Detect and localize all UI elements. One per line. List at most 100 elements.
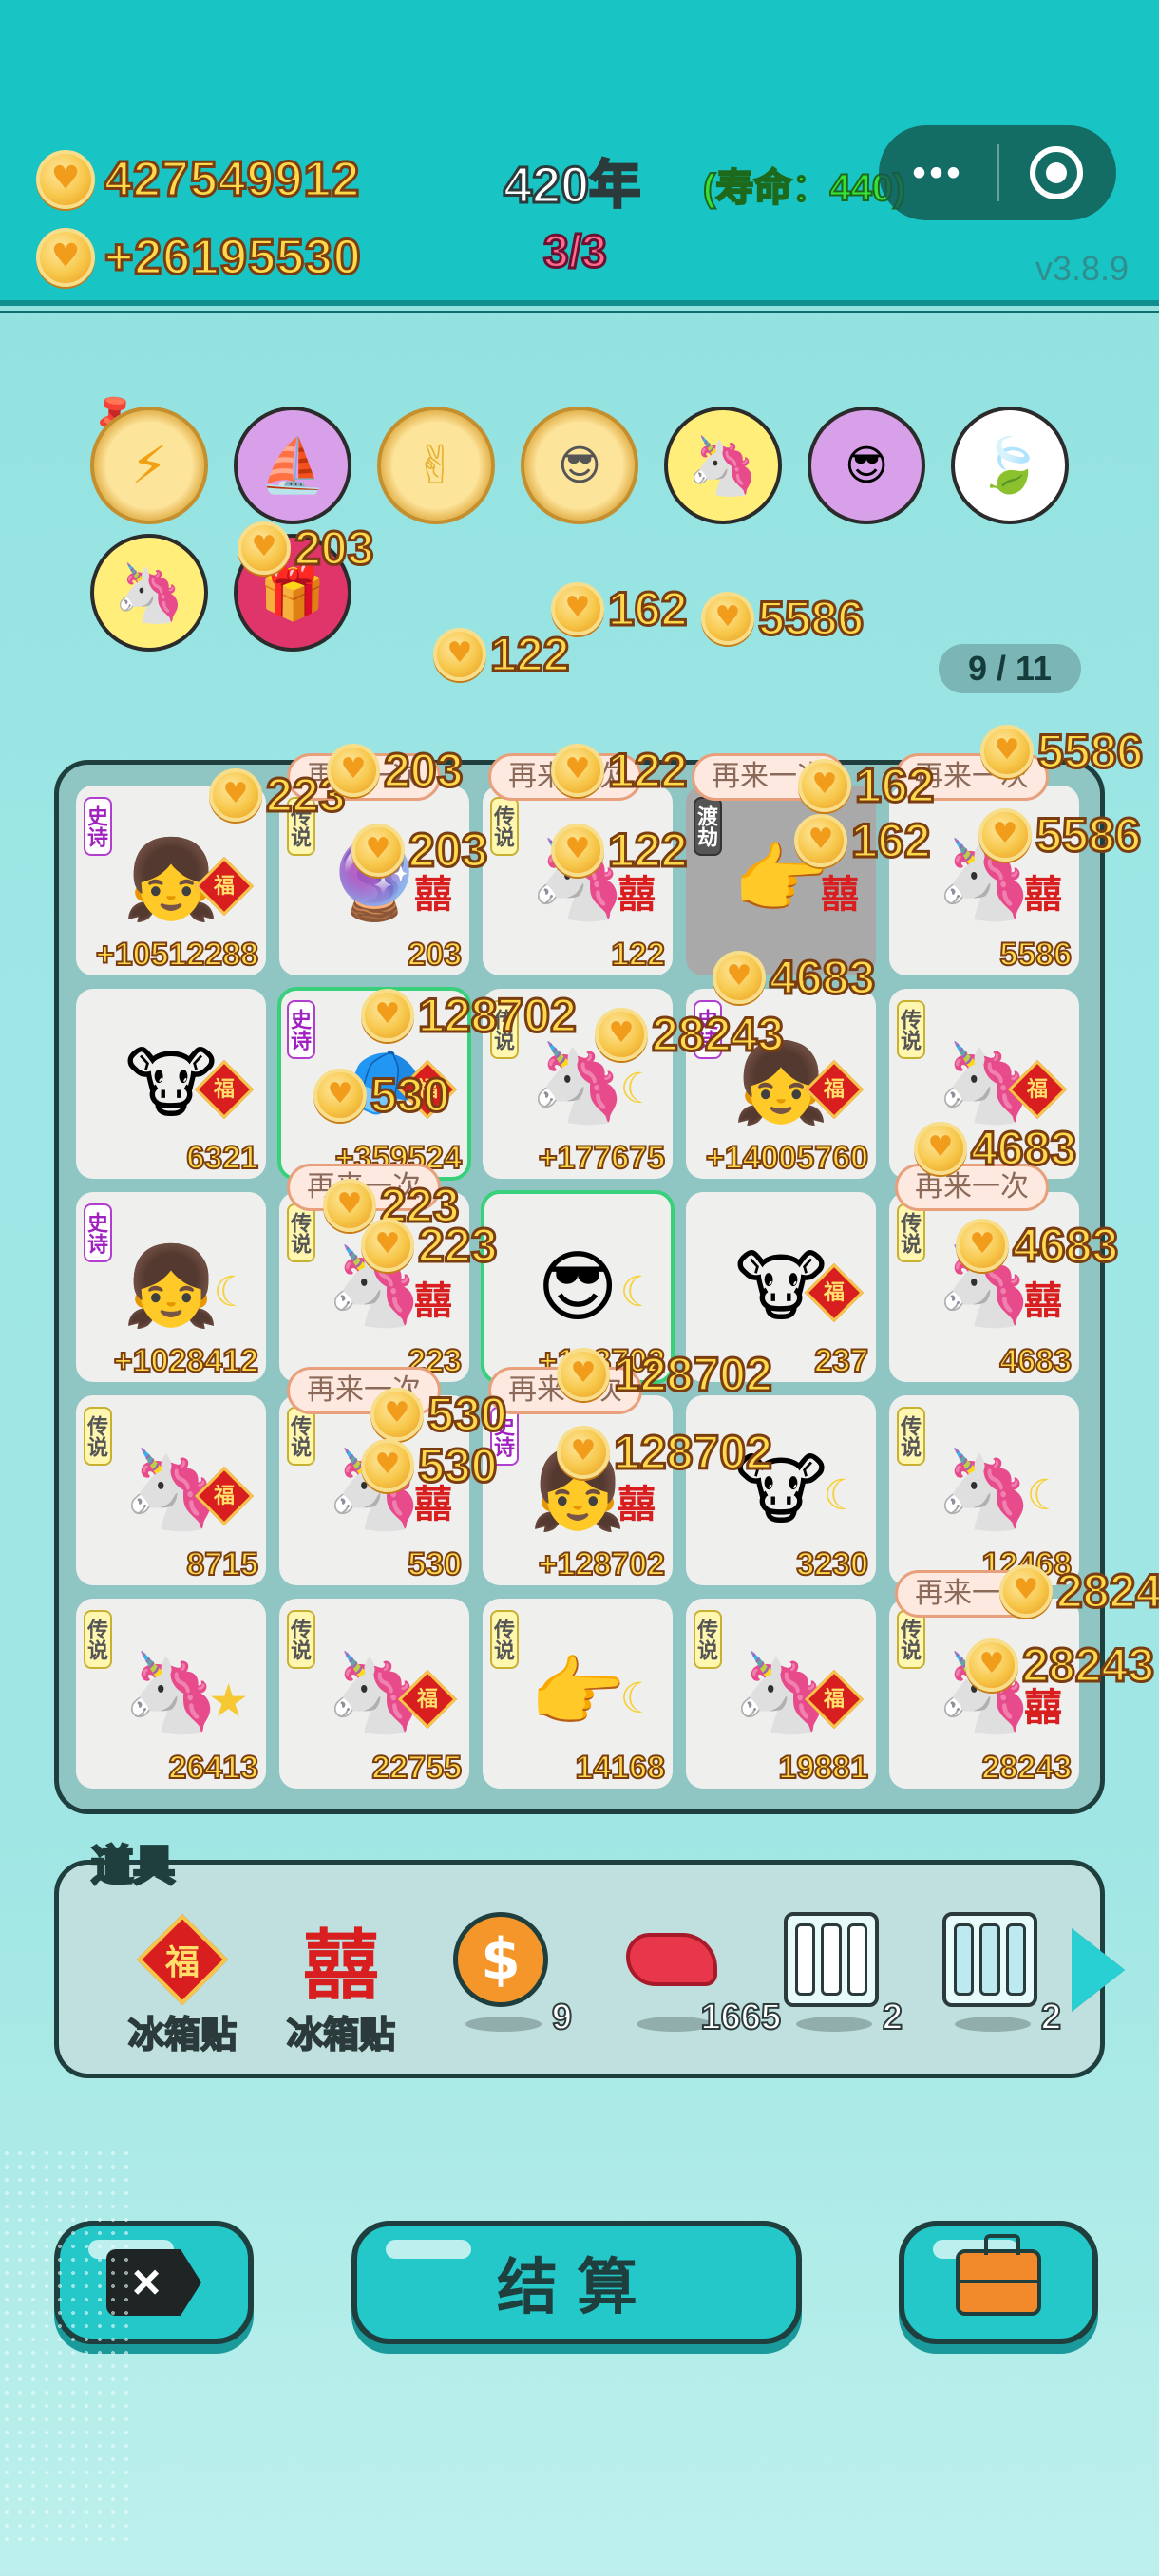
floating-coin-gain: 122 <box>551 743 689 799</box>
coin-icon <box>314 1069 367 1122</box>
lifespan-label: (寿命：440) <box>702 166 906 210</box>
item-fridge-full[interactable]: 2 <box>919 1912 1062 2055</box>
cell-value: +177675 <box>538 1139 666 1177</box>
close-miniprogram-button[interactable] <box>1030 146 1083 199</box>
item-count: 2 <box>1040 1997 1062 2038</box>
item-label: 冰箱贴 <box>286 2015 396 2056</box>
floating-coin-value: 162 <box>853 758 935 814</box>
cell-value: +14005760 <box>705 1139 869 1177</box>
rarity-tag: 史诗 <box>287 1000 315 1059</box>
coin-icon <box>209 768 262 822</box>
year-counter: 420年 <box>502 156 641 216</box>
floating-coin-value: 203 <box>382 743 464 799</box>
items-panel: 福 冰箱贴 囍 冰箱贴 $ 9 1665 2 2 <box>54 1860 1105 2078</box>
buff-rock-hand-icon[interactable]: ✌ <box>377 407 495 524</box>
buff-unicorn-icon[interactable]: 🦄 <box>664 407 782 524</box>
floating-coin-value: 5586 <box>756 591 864 647</box>
board-cell[interactable]: 史诗 👧 ☾ +1028412 <box>76 1192 266 1382</box>
buff-math-face-icon[interactable]: 😎 <box>521 407 638 524</box>
button-shine <box>386 2240 471 2259</box>
backpack-button[interactable] <box>899 2221 1098 2344</box>
board-cell[interactable]: 🐮 ☾ 3230 <box>686 1395 876 1585</box>
floating-coin-value: 5586 <box>1034 807 1142 863</box>
coin-icon <box>361 989 414 1042</box>
cell-value: 6321 <box>185 1139 259 1177</box>
coin-icon <box>36 150 95 209</box>
floating-coin-value: 4683 <box>768 950 876 1006</box>
floating-coin-value: 162 <box>849 813 931 869</box>
floating-coin-gain: 4683 <box>712 950 877 1006</box>
item-liver[interactable]: 1665 <box>600 1912 782 2055</box>
floating-coin-gain: 223 <box>361 1218 499 1274</box>
cell-value: 122 <box>610 936 666 974</box>
item-count: 9 <box>551 1997 573 2038</box>
board-cell[interactable]: 传说 🦄 ★ 26413 <box>76 1599 266 1789</box>
board-cell[interactable]: 传说 🦄 福 22755 <box>279 1599 469 1789</box>
more-menu-button[interactable]: ••• <box>879 152 998 195</box>
board-cell[interactable]: 传说 👉 ☾ 14168 <box>483 1599 673 1789</box>
rarity-tag: 传说 <box>897 1407 925 1466</box>
rarity-tag: 传说 <box>897 1203 925 1262</box>
rarity-tag: 渡劫 <box>694 797 722 856</box>
board-cell[interactable]: 🐮 福 6321 <box>76 989 266 1179</box>
item-shadow <box>466 2017 542 2032</box>
cell-value: 28243 <box>980 1749 1073 1787</box>
cell-value: 203 <box>407 936 463 974</box>
settle-button-label: 结算 <box>497 2253 656 2321</box>
cell-value: +128702 <box>538 1545 666 1583</box>
fridge-full-icon <box>942 1912 1037 2007</box>
floating-coin-gain: 28243 <box>595 1007 786 1063</box>
floating-coin-value: 530 <box>369 1068 450 1124</box>
buff-leaf-icon[interactable]: 🍃 <box>951 407 1069 524</box>
coin-icon <box>595 1008 648 1061</box>
coin-icon <box>557 1348 610 1401</box>
board-cell[interactable]: 传说 🦄 囍 28243 <box>889 1599 1079 1789</box>
floating-coin-gain: 128702 <box>557 1347 773 1403</box>
buff-unicorn-2-icon[interactable]: 🦄 <box>90 534 208 652</box>
floating-coin-gain: 223 <box>209 767 347 824</box>
buff-math-face-2-icon[interactable]: 😎 <box>808 407 925 524</box>
floating-coin-value: 128702 <box>613 1425 774 1481</box>
board-cell[interactable]: 传说 🦄 福 8715 <box>76 1395 266 1585</box>
floating-coin-value: 4683 <box>1011 1218 1119 1274</box>
settle-button[interactable]: 结算 <box>352 2221 802 2344</box>
floating-coin-value: 122 <box>488 627 570 683</box>
cell-value: +10512288 <box>95 936 259 974</box>
floating-coin-gain: 128702 <box>557 1425 774 1481</box>
item-xi-sticker[interactable]: 囍 冰箱贴 <box>270 1912 412 2056</box>
item-fridge-3[interactable]: 2 <box>760 1912 903 2055</box>
coin-icon <box>238 521 291 575</box>
board-cell[interactable]: 传说 🦄 囍 122 <box>483 786 673 975</box>
floating-coin-gain: 5586 <box>980 724 1145 780</box>
board-cell[interactable]: 传说 🦄 福 19881 <box>686 1599 876 1789</box>
dollar-coin-icon: $ <box>453 1912 548 2007</box>
floating-coin-gain: 162 <box>551 581 689 637</box>
floating-coin-gain: 162 <box>798 758 936 814</box>
buff-skirt-icon[interactable]: ⛵ <box>234 407 352 524</box>
items-next-arrow-icon[interactable] <box>1072 1928 1125 2012</box>
briefcase-icon <box>956 2234 1041 2316</box>
coin-icon <box>370 1388 424 1441</box>
coin-icon <box>551 824 604 877</box>
floating-coin-value: 4683 <box>969 1121 1077 1177</box>
cell-value: 3230 <box>795 1545 869 1583</box>
page-indicator: 9 / 11 <box>939 644 1081 693</box>
floating-coin-value: 203 <box>293 521 374 577</box>
decorative-dots <box>0 2147 133 2546</box>
cell-value: 8715 <box>185 1545 259 1583</box>
rarity-tag: 史诗 <box>84 1203 112 1262</box>
item-dollar-coin[interactable]: $ 9 <box>429 1912 573 2055</box>
board-cell[interactable]: 史诗 👧 囍 +128702 <box>483 1395 673 1585</box>
rarity-tag: 传说 <box>84 1407 112 1466</box>
xi-badge-icon: 囍 <box>821 874 859 916</box>
floating-coin-gain: 203 <box>327 743 465 799</box>
floating-coin-gain: 122 <box>433 627 571 683</box>
rarity-tag: 传说 <box>287 1610 315 1669</box>
item-fu-sticker[interactable]: 福 冰箱贴 <box>111 1912 254 2056</box>
rarity-tag: 传说 <box>897 1610 925 1669</box>
board-cell[interactable]: 传说🦄☾12468 <box>889 1395 1079 1585</box>
rarity-tag: 传说 <box>490 797 519 856</box>
buff-lightning-icon[interactable]: ⚡ <box>90 407 208 524</box>
fridge-icon <box>784 1912 879 2007</box>
moon-icon: ☾ <box>619 1065 657 1113</box>
